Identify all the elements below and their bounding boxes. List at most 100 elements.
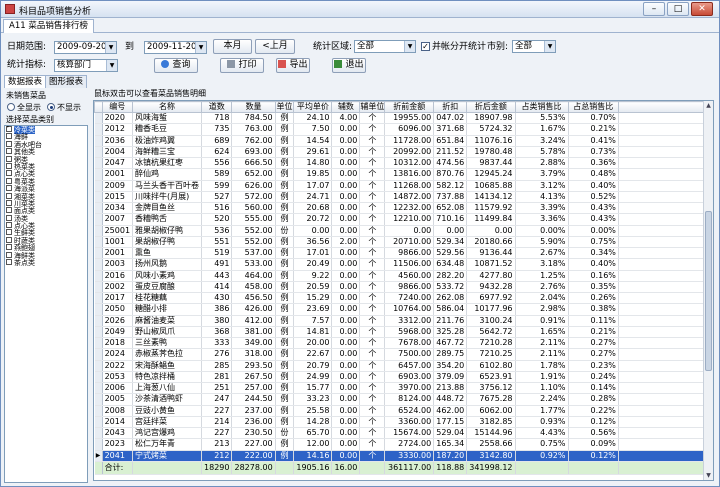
table-row[interactable]: ▶ 2041 宁式烤菜 212 222.00 例 14.16 0.00 个 3330.00 187.… — [94, 450, 713, 462]
category-item[interactable]: 海鲜类 — [5, 251, 87, 259]
table-row[interactable]: 2002 蛋皮豆腐酿 414 458.00 例 20.59 0.00 个 9866.00 533.… — [94, 281, 713, 294]
table-row[interactable]: 2007 香糟鸭舌 520 555.00 例 20.72 0.00 个 12210.00 710.… — [94, 213, 713, 226]
this-month-button[interactable]: 本月 — [213, 39, 252, 54]
category-item[interactable]: 粥类 — [5, 155, 87, 163]
category-checkbox[interactable] — [6, 177, 12, 184]
market-select[interactable]: 全部 ▼ — [512, 40, 556, 53]
tab-data-report[interactable]: 数据报表 — [4, 75, 47, 88]
chevron-down-icon[interactable]: ▼ — [195, 42, 206, 53]
table-row[interactable]: 2005 沙茶清酒鸭虾 247 244.50 例 33.23 0.00 个 8124.00 448… — [94, 393, 713, 406]
chevron-down-icon[interactable]: ▼ — [544, 41, 555, 52]
scroll-up-icon[interactable]: ▲ — [704, 101, 713, 110]
column-header[interactable]: 占总销售比 — [567, 101, 619, 113]
tab-sales-ranking[interactable]: A11 菜品销售排行榜 — [3, 19, 94, 33]
stat-region-select[interactable]: 全部 ▼ — [354, 40, 416, 53]
table-row[interactable]: 2014 宫廷拌菜 214 236.00 例 14.28 0.00 个 3360.00 177.1… — [94, 416, 713, 429]
column-header[interactable]: 道数 — [201, 101, 233, 113]
close-button[interactable]: ✕ — [691, 2, 713, 16]
table-row[interactable]: 2047 冰镇杭果红枣 556 666.50 例 14.80 0.00 个 10312.00 47… — [94, 157, 713, 170]
category-checkbox[interactable] — [6, 140, 12, 147]
category-checkbox[interactable] — [6, 222, 12, 229]
table-row[interactable]: 2006 上海葱八仙 251 257.00 例 15.77 0.00 个 3970.00 213.… — [94, 382, 713, 395]
table-row[interactable]: 2026 麻酱油麦菜 380 412.00 例 7.57 0.00 个 3312.00 211.7… — [94, 315, 713, 327]
category-item[interactable]: 燕鲍翅 — [5, 244, 87, 252]
vertical-scrollbar[interactable]: ▲ ▼ — [703, 101, 713, 480]
column-header[interactable]: 编号 — [101, 101, 134, 113]
scroll-down-icon[interactable]: ▼ — [704, 471, 713, 480]
table-row[interactable]: 25001 雅果胡椒仔鸭 536 552.00 份 0.00 0.00 个 0.00 0.00 0.… — [94, 225, 713, 237]
table-row[interactable]: 2003 扬州风鹅 491 533.00 例 20.49 0.00 个 11506.00 634.… — [94, 258, 713, 271]
category-item[interactable]: 点心类 — [5, 170, 87, 178]
table-row[interactable]: 2049 野山椒凤爪 368 381.00 例 14.81 0.00 个 5968.00 325.… — [94, 326, 713, 339]
column-header[interactable]: 占类销售比 — [514, 101, 569, 113]
category-checkbox[interactable] — [6, 192, 12, 199]
table-row[interactable]: 2017 桂花糖藕 430 456.50 例 15.29 0.00 个 7240.00 262.0… — [94, 292, 713, 305]
table-row[interactable]: 2009 马兰头香干百叶卷 599 626.00 例 17.07 0.00 个 11268.00… — [94, 180, 713, 192]
table-row[interactable]: 2036 极油炸鸡翼 689 762.00 例 14.54 0.00 个 11728.00 651… — [94, 135, 713, 147]
table-row[interactable]: 2022 宋海酥鲳鱼 285 293.50 例 20.79 0.00 个 6457.00 354.… — [94, 360, 713, 372]
table-row[interactable]: 2001 熏鱼 519 537.00 例 17.01 0.00 个 9866.00 529.56 9… — [94, 247, 713, 260]
table-row[interactable]: 2034 金牌目鱼丝 516 560.00 例 20.68 0.00 个 12232.00 652… — [94, 202, 713, 215]
exit-button[interactable]: 退出 — [332, 58, 366, 73]
table-row[interactable]: 2018 三丝素鸭 333 349.00 例 20.00 0.00 个 7678.00 467.7… — [94, 337, 713, 350]
hide-radio[interactable]: 不显示 — [47, 102, 81, 114]
category-checkbox[interactable] — [6, 148, 12, 155]
column-header[interactable]: 折扣 — [433, 101, 468, 113]
date-to-picker[interactable]: 2009-11-20 ▼ — [144, 41, 207, 54]
column-header[interactable]: 平均单价 — [293, 101, 333, 113]
split-stats-checkbox[interactable]: ✓ — [421, 42, 430, 51]
category-item[interactable]: 汤类 — [5, 214, 87, 222]
category-checkbox[interactable] — [6, 259, 12, 266]
category-checkbox[interactable] — [6, 244, 12, 251]
category-checkbox[interactable] — [6, 199, 12, 206]
scroll-thumb[interactable] — [705, 211, 712, 371]
tab-chart-report[interactable]: 图形报表 — [45, 75, 88, 88]
table-row[interactable]: 2016 风味小素鸡 443 464.00 例 9.22 0.00 个 4560.00 282.2… — [94, 270, 713, 282]
category-checkbox[interactable] — [6, 229, 12, 236]
column-header[interactable]: 辅数 — [331, 101, 361, 113]
table-row[interactable]: 2043 鸿记宫爆鸡 227 230.50 份 65.70 0.00 个 15674.00 529… — [94, 427, 713, 440]
table-row[interactable]: 2050 糖醋小排 386 426.00 例 23.69 0.00 个 10764.00 586.… — [94, 303, 713, 316]
maximize-button[interactable]: □ — [667, 2, 689, 16]
category-checkbox[interactable] — [6, 126, 12, 132]
show-all-radio[interactable]: 全显示 — [7, 102, 41, 114]
table-row[interactable]: 2001 醉仙鸡 589 652.00 例 19.85 0.00 个 13816.00 870.7… — [94, 168, 713, 181]
column-header[interactable]: 折后金额 — [466, 101, 516, 113]
table-row[interactable]: 2020 风味海蜇 718 784.50 例 24.10 4.00 个 19955.00 047.… — [94, 112, 713, 125]
category-item[interactable]: 其他类 — [5, 148, 87, 156]
category-checkbox[interactable] — [6, 133, 12, 140]
prev-month-button[interactable]: <上月 — [255, 39, 295, 54]
category-checkbox[interactable] — [6, 214, 12, 221]
category-item[interactable]: 海派菜 — [5, 185, 87, 193]
category-checkbox[interactable] — [6, 236, 12, 243]
column-header[interactable]: 折前金额 — [384, 101, 435, 113]
table-row[interactable]: 2012 糟香毛豆 735 763.00 例 7.50 0.00 个 6096.00 371.68… — [94, 123, 713, 136]
category-item[interactable]: 海鲜 — [5, 133, 87, 141]
category-checkbox[interactable] — [6, 155, 12, 162]
column-header[interactable]: 名称 — [132, 101, 203, 113]
table-row[interactable]: 2024 赤椒蒸荠色拉 276 318.00 例 22.67 0.00 个 7500.00 289… — [94, 348, 713, 361]
column-header[interactable]: 辅单位 — [359, 101, 386, 113]
chevron-down-icon[interactable]: ▼ — [106, 60, 117, 71]
column-header[interactable]: 数量 — [231, 101, 276, 113]
table-row[interactable]: 2008 豆豉小黄鱼 227 237.00 例 25.58 0.00 个 6524.00 462.… — [94, 405, 713, 417]
chevron-down-icon[interactable]: ▼ — [404, 41, 415, 52]
category-checkbox[interactable] — [6, 207, 12, 214]
table-row[interactable]: 2015 川味拌牛(月展) 527 572.00 例 24.71 0.00 个 14872.00… — [94, 191, 713, 204]
category-item[interactable]: 茶点类 — [5, 259, 87, 267]
column-header[interactable]: 单位 — [274, 101, 295, 113]
date-from-picker[interactable]: 2009-09-20 ▼ — [54, 41, 117, 54]
export-button[interactable]: 导出 — [276, 58, 310, 73]
category-item[interactable]: 生鲜类 — [5, 229, 87, 237]
category-item[interactable]: 面点类 — [5, 207, 87, 215]
minimize-button[interactable]: – — [643, 2, 665, 16]
print-button[interactable]: 打印 — [220, 58, 264, 73]
query-button[interactable]: 查询 — [154, 58, 198, 73]
category-checkbox[interactable] — [6, 162, 12, 169]
table-row[interactable]: 2004 海鲜糟三宝 624 693.00 例 29.61 0.00 个 20992.00 211… — [94, 146, 713, 159]
category-item[interactable]: 湘菜类 — [5, 192, 87, 200]
table-row[interactable]: 1001 果胡椒仔鸭 551 552.00 例 36.56 2.00 个 20710.00 529… — [94, 236, 713, 249]
category-checkbox[interactable] — [6, 251, 12, 258]
table-row[interactable]: 2053 特色凉拌桶 281 267.50 例 24.99 0.00 个 6903.00 379.… — [94, 371, 713, 384]
category-checkbox[interactable] — [6, 170, 12, 177]
